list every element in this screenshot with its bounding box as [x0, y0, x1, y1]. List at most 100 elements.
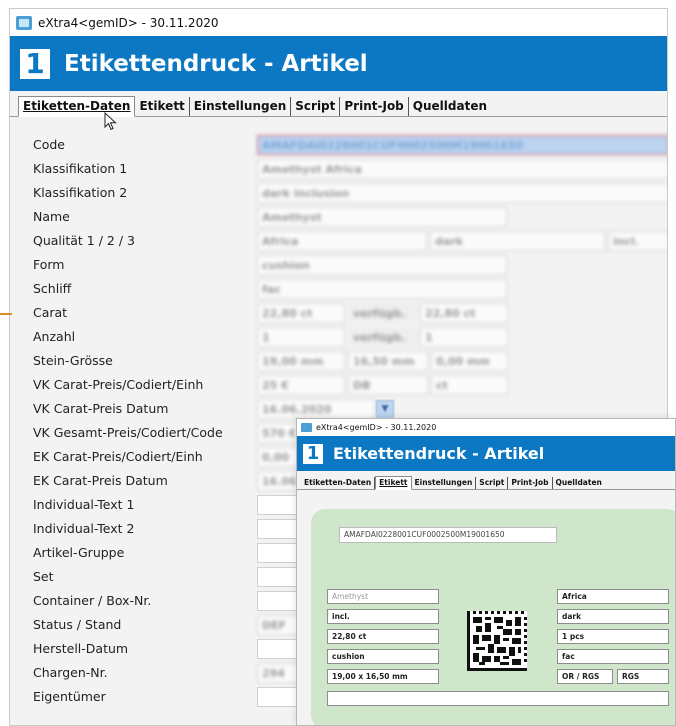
row-name: Name Amethyst: [10, 205, 667, 229]
overlay-page-title: Etikettendruck - Artikel: [333, 444, 545, 463]
schliff-field[interactable]: fac: [257, 279, 507, 299]
overlay-title-bar: eXtra4<gemID> - 30.11.2020: [297, 419, 675, 436]
groesse3-field[interactable]: 0,00 mm: [431, 351, 508, 371]
groesse1-field[interactable]: 19,00 mm: [257, 351, 345, 371]
row-groesse: Stein-Grösse 19,00 mm 16,50 mm 0,00 mm: [10, 349, 667, 373]
name-field[interactable]: Amethyst: [257, 207, 507, 227]
klassifikation2-field[interactable]: dark inclusion: [257, 183, 667, 203]
overlay-tab-etiketten-daten[interactable]: Etiketten-Daten: [301, 477, 376, 489]
carat-available-field[interactable]: 22,80 ct: [420, 303, 508, 323]
tab-script[interactable]: Script: [291, 97, 341, 116]
tab-print-job[interactable]: Print-Job: [340, 97, 409, 116]
individual-text1-label: Individual-Text 1: [33, 497, 135, 512]
app-logo: 1: [20, 48, 50, 79]
tab-etikett[interactable]: Etikett: [135, 97, 190, 116]
schliff-label: Schliff: [33, 281, 72, 296]
label-preview: AMAFDAI0228001CUF0002500M19001650 Amethy…: [311, 509, 675, 725]
form-field[interactable]: cushion: [257, 255, 507, 275]
carat-field[interactable]: 22,80 ct: [257, 303, 345, 323]
row-anzahl: Anzahl 1 verfügb. 1: [10, 325, 667, 349]
row-code: Code AMAFDAI0228001CUF0002500M19001650: [10, 133, 667, 157]
code-field[interactable]: AMAFDAI0228001CUF0002500M19001650: [257, 135, 667, 155]
anzahl-available-field[interactable]: 1: [420, 327, 508, 347]
groesse2-field[interactable]: 16,50 mm: [348, 351, 428, 371]
label-origin-field: OR / RGS: [557, 669, 613, 684]
form-label: Form: [33, 257, 65, 272]
label-preview-window: eXtra4<gemID> - 30.11.2020 1 Etikettendr…: [296, 418, 676, 726]
window-title: eXtra4<gemID> - 30.11.2020: [38, 15, 219, 30]
overlay-tab-quelldaten[interactable]: Quelldaten: [553, 477, 605, 489]
ek-carat-label: EK Carat-Preis/Codiert/Einh: [33, 449, 203, 464]
label-name-field: Amethyst: [327, 589, 439, 604]
label-left-field-1: incl.: [327, 609, 439, 624]
overlay-tab-einstellungen[interactable]: Einstellungen: [412, 477, 477, 489]
header-banner: 1 Etikettendruck - Artikel: [10, 36, 667, 91]
anzahl-label: Anzahl: [33, 329, 76, 344]
anzahl-available-label: verfügb.: [348, 327, 418, 347]
qualitaet2-field[interactable]: dark: [430, 231, 605, 251]
label-right-field-3: 1 pcs: [557, 629, 669, 644]
klassifikation1-field[interactable]: Amethyst Africa: [257, 159, 667, 179]
stein-groesse-label: Stein-Grösse: [33, 353, 113, 368]
vk-datum-field[interactable]: 16.06.2020: [257, 399, 375, 419]
status-label: Status / Stand: [33, 617, 122, 632]
chargen-label: Chargen-Nr.: [33, 665, 108, 680]
qualitaet3-field[interactable]: incl.: [608, 231, 667, 251]
label-left-field-2: 22,80 ct: [327, 629, 439, 644]
tab-einstellungen[interactable]: Einstellungen: [190, 97, 292, 116]
label-code-field: AMAFDAI0228001CUF0002500M19001650: [339, 527, 557, 543]
page-title: Etikettendruck - Artikel: [64, 50, 368, 77]
tab-quelldaten[interactable]: Quelldaten: [409, 97, 491, 116]
qualitaet-label: Qualität 1 / 2 / 3: [33, 233, 135, 248]
overlay-tab-bar: Etiketten-Daten Etikett Einstellungen Sc…: [297, 471, 675, 490]
vk-carat-preis-field[interactable]: 25 €: [257, 375, 345, 395]
label-left-field-3: cushion: [327, 649, 439, 664]
mouse-cursor-icon: [104, 112, 117, 131]
herstell-datum-label: Herstell-Datum: [33, 641, 129, 656]
row-schliff: Schliff fac: [10, 277, 667, 301]
row-klass1: Klassifikation 1 Amethyst Africa: [10, 157, 667, 181]
label-right-field-1: Africa: [557, 589, 669, 604]
label-right-field-2: dark: [557, 609, 669, 624]
individual-text2-label: Individual-Text 2: [33, 521, 135, 536]
name-label: Name: [33, 209, 70, 224]
vk-carat-codiert-field[interactable]: DB: [348, 375, 428, 395]
qualitaet1-field[interactable]: Africa: [257, 231, 427, 251]
label-right-field-4: fac: [557, 649, 669, 664]
ek-datum-label: EK Carat-Preis Datum: [33, 473, 168, 488]
overlay-header-banner: 1 Etikettendruck - Artikel: [297, 436, 675, 471]
set-label: Set: [33, 569, 54, 584]
label-left-field-4: 19,00 x 16,50 mm: [327, 669, 439, 684]
row-klass2: Klassifikation 2 dark inclusion: [10, 181, 667, 205]
title-bar: eXtra4<gemID> - 30.11.2020: [10, 9, 667, 36]
accent-marker: [0, 313, 12, 315]
eigentuemer-label: Eigentümer: [33, 689, 106, 704]
code-label: Code: [33, 137, 66, 152]
row-vk-carat: VK Carat-Preis/Codiert/Einh 25 € DB ct: [10, 373, 667, 397]
label-bottom-field: [327, 691, 669, 706]
carat-label: Carat: [33, 305, 68, 320]
klassifikation2-label: Klassifikation 2: [33, 185, 128, 200]
row-qualitaet: Qualität 1 / 2 / 3 Africa dark incl.: [10, 229, 667, 253]
date-dropdown-icon[interactable]: ▼: [376, 400, 394, 418]
overlay-app-icon: [301, 423, 312, 432]
vk-carat-einheit-field[interactable]: ct: [431, 375, 508, 395]
vk-datum-label: VK Carat-Preis Datum: [33, 401, 169, 416]
overlay-tab-etikett[interactable]: Etikett: [375, 476, 412, 490]
overlay-app-logo: 1: [303, 443, 323, 464]
artikel-gruppe-label: Artikel-Gruppe: [33, 545, 125, 560]
container-label: Container / Box-Nr.: [33, 593, 152, 608]
row-carat: Carat 22,80 ct verfügb. 22,80 ct: [10, 301, 667, 325]
overlay-window-title: eXtra4<gemID> - 30.11.2020: [316, 423, 437, 432]
overlay-tab-print-job[interactable]: Print-Job: [508, 477, 553, 489]
klassifikation1-label: Klassifikation 1: [33, 161, 128, 176]
carat-available-label: verfügb.: [348, 303, 418, 323]
app-icon: [16, 15, 32, 30]
overlay-tab-script[interactable]: Script: [476, 477, 509, 489]
label-origin2-field: RGS: [617, 669, 669, 684]
vk-carat-label: VK Carat-Preis/Codiert/Einh: [33, 377, 204, 392]
vk-gesamt-label: VK Gesamt-Preis/Codiert/Code: [33, 425, 223, 440]
anzahl-field[interactable]: 1: [257, 327, 345, 347]
row-form: Form cushion: [10, 253, 667, 277]
datamatrix-code-icon: [467, 611, 527, 671]
